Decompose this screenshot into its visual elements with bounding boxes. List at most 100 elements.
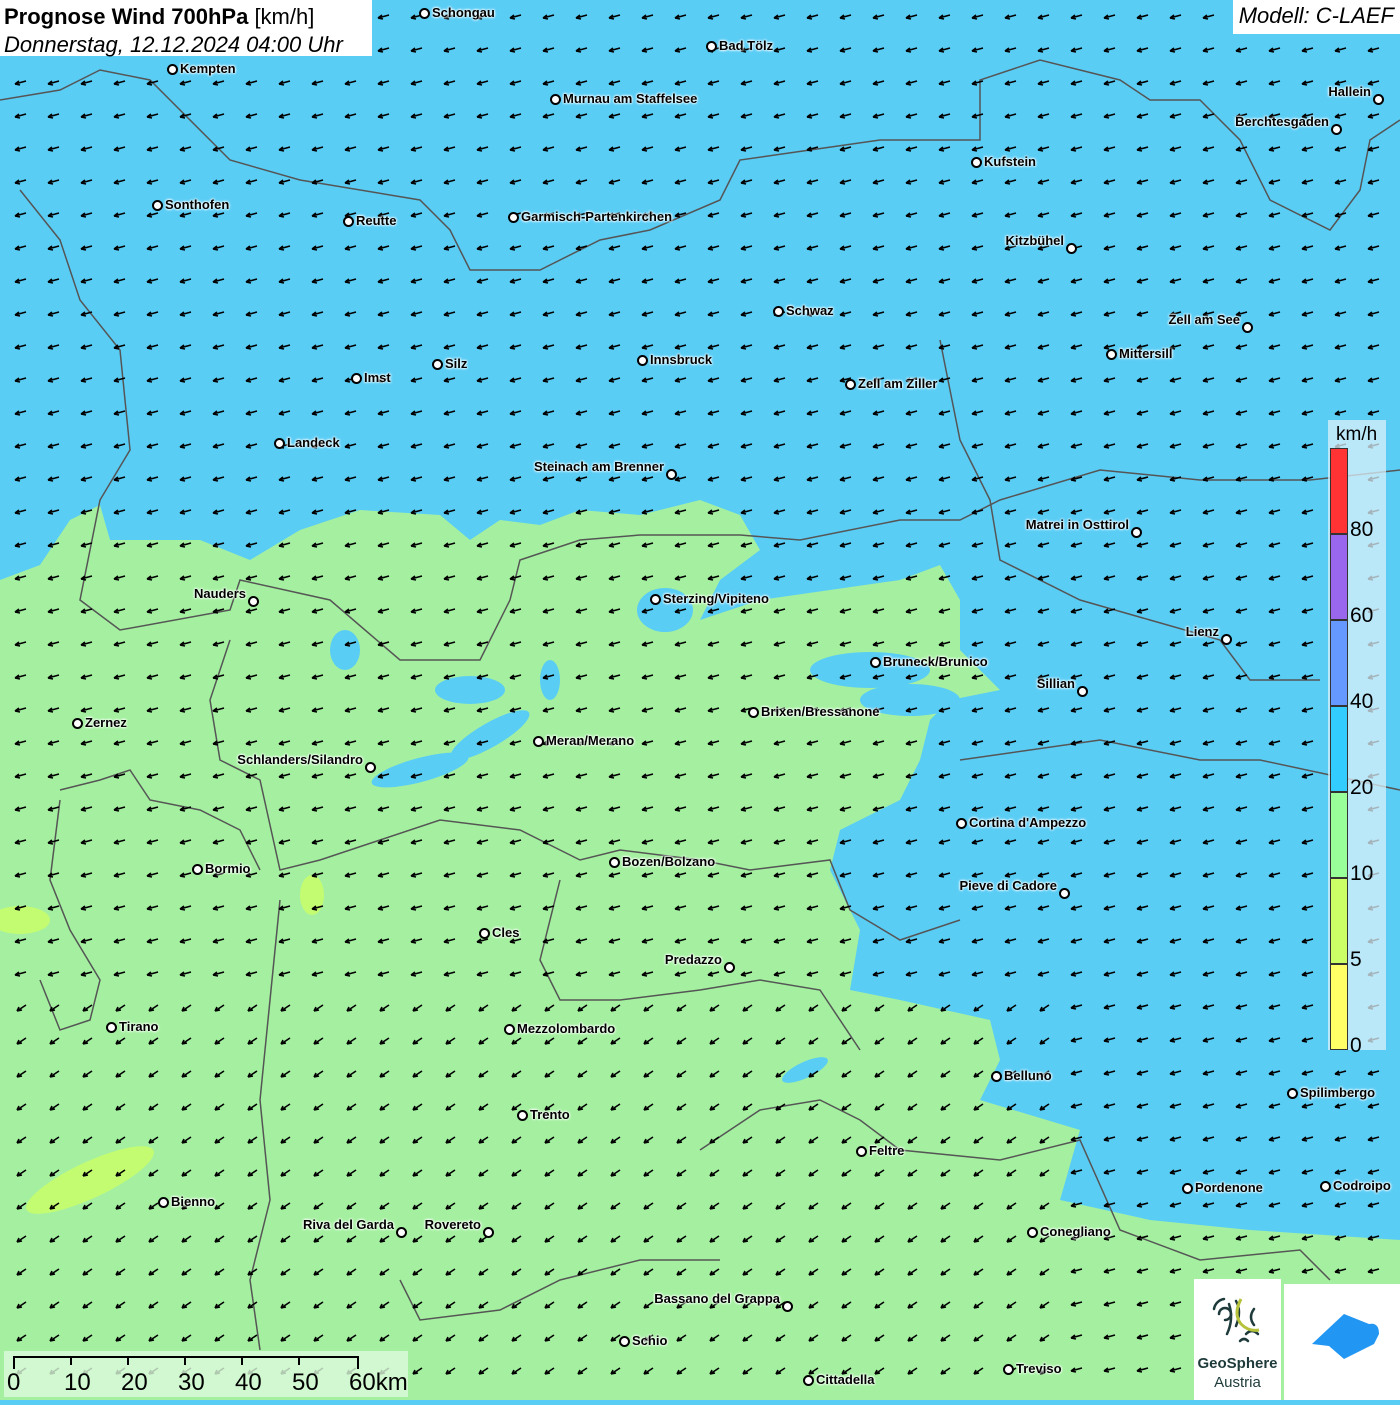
city-marker <box>106 1022 117 1033</box>
city-label: Sterzing/Vipiteno <box>663 591 769 606</box>
city-label: Schlanders/Silandro <box>237 752 363 767</box>
legend-label: 20 <box>1350 776 1374 799</box>
city-label: Riva del Garda <box>302 1217 394 1232</box>
city-label: Spilimbergo <box>1300 1085 1376 1100</box>
city-marker <box>650 594 661 605</box>
city-marker <box>706 41 717 52</box>
city-label: Matrei in Osttirol <box>1025 517 1129 532</box>
city-marker <box>1077 686 1088 697</box>
city-label: Meran/Merano <box>546 733 635 748</box>
city-label: Brixen/Bressanone <box>761 704 880 719</box>
legend-color-swatch <box>1330 706 1348 792</box>
city-label: Hallein <box>1328 84 1371 99</box>
city-marker <box>504 1024 515 1035</box>
city-marker <box>1059 888 1070 899</box>
city-label: Zell am See <box>1168 312 1240 327</box>
city-label: Conegliano <box>1040 1224 1111 1239</box>
city-marker <box>343 216 354 227</box>
city-label: Bad Tölz <box>719 38 774 53</box>
title-box: Prognose Wind 700hPa [km/h] Donnerstag, … <box>0 0 372 57</box>
city-marker <box>152 200 163 211</box>
city-label: Bassano del Grappa <box>654 1291 780 1306</box>
forecast-datetime: Donnerstag, 12.12.2024 04:00 Uhr <box>4 32 343 57</box>
city-marker <box>1066 243 1077 254</box>
geosphere-emblem-icon <box>1212 1297 1260 1343</box>
app-logo[interactable] <box>1284 1284 1400 1400</box>
city-label: Reutte <box>356 213 397 228</box>
city-marker <box>666 469 677 480</box>
city-marker <box>870 657 881 668</box>
legend-color-swatch <box>1330 448 1348 534</box>
legend-color-swatch <box>1330 620 1348 706</box>
scale-label: 0 <box>7 1369 21 1396</box>
city-marker <box>1106 349 1117 360</box>
city-label: Rovereto <box>424 1217 481 1232</box>
legend-label: 80 <box>1350 518 1374 541</box>
city-label: Landeck <box>287 435 340 450</box>
scale-label: 50 <box>292 1369 319 1396</box>
geosphere-country: Austria <box>1214 1374 1261 1391</box>
legend-label: 0 <box>1350 1034 1362 1057</box>
legend-color-swatch <box>1330 534 1348 620</box>
city-marker <box>517 1110 528 1121</box>
city-label: Zell am Ziller <box>858 376 938 391</box>
map-unit: [km/h] <box>254 4 315 29</box>
city-marker <box>856 1146 867 1157</box>
city-marker <box>1287 1088 1298 1099</box>
city-marker <box>72 718 83 729</box>
city-marker <box>479 928 490 939</box>
city-label: Zernez <box>85 715 127 730</box>
city-marker <box>956 818 967 829</box>
city-label: Predazzo <box>664 952 722 967</box>
city-marker <box>803 1375 814 1386</box>
model-label: Modell: C-LAEF <box>1232 0 1400 34</box>
city-label: Lienz <box>1185 624 1219 639</box>
city-label: Belluno <box>1004 1068 1052 1083</box>
city-label: Schongau <box>432 5 495 20</box>
legend-label: 10 <box>1350 862 1374 885</box>
city-marker <box>1242 322 1253 333</box>
legend-label: 40 <box>1350 690 1374 713</box>
city-marker <box>533 736 544 747</box>
city-label: Bruneck/Brunico <box>883 654 988 669</box>
scale-label: 20 <box>121 1369 148 1396</box>
city-label: Nauders <box>193 586 246 601</box>
scale-label: 60km <box>349 1369 408 1396</box>
city-marker <box>724 962 735 973</box>
scale-bar-line <box>13 1356 359 1369</box>
city-label: Imst <box>364 370 391 385</box>
geosphere-name: GeoSphere <box>1197 1355 1278 1372</box>
city-marker <box>1373 94 1384 105</box>
legend-color-swatch <box>1330 792 1348 878</box>
city-label: Cittadella <box>816 1372 875 1387</box>
legend-label: 60 <box>1350 604 1374 627</box>
city-label: Bozen/Bolzano <box>622 854 716 869</box>
legend-label: 5 <box>1350 948 1362 971</box>
city-marker <box>971 157 982 168</box>
mountain-cloud-icon <box>1312 1314 1379 1359</box>
scale-label: 30 <box>178 1369 205 1396</box>
city-label: Schio <box>632 1333 668 1348</box>
city-marker <box>508 212 519 223</box>
city-marker <box>845 379 856 390</box>
city-marker <box>1003 1364 1014 1375</box>
city-marker <box>773 306 784 317</box>
city-marker <box>432 359 443 370</box>
city-label: Bormio <box>205 861 251 876</box>
geosphere-austria-logo[interactable]: GeoSphere Austria <box>1194 1279 1281 1400</box>
city-marker <box>991 1071 1002 1082</box>
city-marker <box>1131 527 1142 538</box>
legend-color-swatch <box>1330 964 1348 1050</box>
city-marker <box>167 64 178 75</box>
city-marker <box>158 1197 169 1208</box>
city-label: Innsbruck <box>650 352 713 367</box>
city-marker <box>609 857 620 868</box>
city-marker <box>1027 1227 1038 1238</box>
city-marker <box>396 1227 407 1238</box>
city-label: Sonthofen <box>165 197 230 212</box>
city-marker <box>1320 1181 1331 1192</box>
city-marker <box>192 864 203 875</box>
legend-unit: km/h <box>1336 424 1378 445</box>
city-label: Sillian <box>1036 676 1075 691</box>
city-marker <box>637 355 648 366</box>
